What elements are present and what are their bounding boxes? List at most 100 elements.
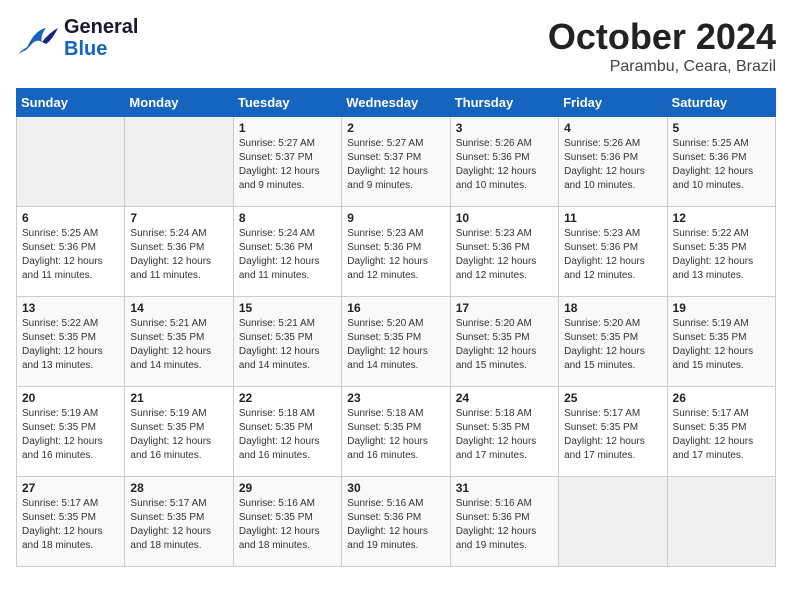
- day-info: Sunrise: 5:21 AM Sunset: 5:35 PM Dayligh…: [130, 317, 227, 373]
- day-number: 30: [347, 481, 444, 495]
- table-row: 20 Sunrise: 5:19 AM Sunset: 5:35 PM Dayli…: [17, 387, 125, 477]
- day-info: Sunrise: 5:23 AM Sunset: 5:36 PM Dayligh…: [564, 227, 661, 283]
- day-info: Sunrise: 5:17 AM Sunset: 5:35 PM Dayligh…: [564, 407, 661, 463]
- logo: General Blue: [16, 16, 138, 60]
- day-number: 1: [239, 121, 336, 135]
- table-row: 18 Sunrise: 5:20 AM Sunset: 5:35 PM Dayli…: [559, 297, 667, 387]
- table-row: 3Sunrise: 5:26 AM Sunset: 5:36 PM Daylig…: [450, 117, 558, 207]
- day-number: 6: [22, 211, 119, 225]
- day-number: 15: [239, 301, 336, 315]
- table-row: 30 Sunrise: 5:16 AM Sunset: 5:36 PM Dayli…: [342, 477, 450, 567]
- page-header: General Blue October 2024 Parambu, Ceara…: [16, 16, 776, 76]
- page-title: October 2024: [548, 16, 776, 58]
- day-number: 5: [673, 121, 770, 135]
- table-row: [559, 477, 667, 567]
- day-number: 8: [239, 211, 336, 225]
- day-number: 4: [564, 121, 661, 135]
- day-number: 11: [564, 211, 661, 225]
- table-row: 23 Sunrise: 5:18 AM Sunset: 5:35 PM Dayli…: [342, 387, 450, 477]
- table-row: 4Sunrise: 5:26 AM Sunset: 5:36 PM Daylig…: [559, 117, 667, 207]
- day-info: Sunrise: 5:19 AM Sunset: 5:35 PM Dayligh…: [22, 407, 119, 463]
- calendar-header-row: Sunday Monday Tuesday Wednesday Thursday…: [17, 89, 776, 117]
- day-info: Sunrise: 5:20 AM Sunset: 5:35 PM Dayligh…: [347, 317, 444, 373]
- header-saturday: Saturday: [667, 89, 775, 117]
- day-number: 28: [130, 481, 227, 495]
- table-row: 15Sunrise: 5:21 AM Sunset: 5:35 PM Dayli…: [233, 297, 341, 387]
- table-row: 28 Sunrise: 5:17 AM Sunset: 5:35 PM Dayli…: [125, 477, 233, 567]
- table-row: 14 Sunrise: 5:21 AM Sunset: 5:35 PM Dayli…: [125, 297, 233, 387]
- day-number: 7: [130, 211, 227, 225]
- day-number: 2: [347, 121, 444, 135]
- calendar-table: Sunday Monday Tuesday Wednesday Thursday…: [16, 88, 776, 567]
- day-info: Sunrise: 5:20 AM Sunset: 5:35 PM Dayligh…: [456, 317, 553, 373]
- day-info: Sunrise: 5:27 AM Sunset: 5:37 PM Dayligh…: [239, 137, 336, 193]
- day-info: Sunrise: 5:23 AM Sunset: 5:36 PM Dayligh…: [347, 227, 444, 283]
- table-row: [17, 117, 125, 207]
- table-row: 12Sunrise: 5:22 AM Sunset: 5:35 PM Dayli…: [667, 207, 775, 297]
- table-row: 17 Sunrise: 5:20 AM Sunset: 5:35 PM Dayli…: [450, 297, 558, 387]
- day-number: 18: [564, 301, 661, 315]
- day-number: 27: [22, 481, 119, 495]
- day-number: 23: [347, 391, 444, 405]
- table-row: 26 Sunrise: 5:17 AM Sunset: 5:35 PM Dayli…: [667, 387, 775, 477]
- table-row: 10 Sunrise: 5:23 AM Sunset: 5:36 PM Dayli…: [450, 207, 558, 297]
- day-number: 10: [456, 211, 553, 225]
- header-friday: Friday: [559, 89, 667, 117]
- day-info: Sunrise: 5:18 AM Sunset: 5:35 PM Dayligh…: [347, 407, 444, 463]
- table-row: 1 Sunrise: 5:27 AM Sunset: 5:37 PM Daylig…: [233, 117, 341, 207]
- day-info: Sunrise: 5:16 AM Sunset: 5:36 PM Dayligh…: [347, 497, 444, 553]
- day-info: Sunrise: 5:26 AM Sunset: 5:36 PM Dayligh…: [456, 137, 553, 193]
- table-row: 9 Sunrise: 5:23 AM Sunset: 5:36 PM Daylig…: [342, 207, 450, 297]
- day-info: Sunrise: 5:24 AM Sunset: 5:36 PM Dayligh…: [130, 227, 227, 283]
- day-number: 26: [673, 391, 770, 405]
- table-row: 29 Sunrise: 5:16 AM Sunset: 5:35 PM Dayli…: [233, 477, 341, 567]
- table-row: 22Sunrise: 5:18 AM Sunset: 5:35 PM Dayli…: [233, 387, 341, 477]
- day-number: 14: [130, 301, 227, 315]
- day-number: 17: [456, 301, 553, 315]
- table-row: 6Sunrise: 5:25 AM Sunset: 5:36 PM Daylig…: [17, 207, 125, 297]
- title-block: October 2024 Parambu, Ceara, Brazil: [548, 16, 776, 76]
- day-number: 24: [456, 391, 553, 405]
- day-number: 13: [22, 301, 119, 315]
- table-row: 13 Sunrise: 5:22 AM Sunset: 5:35 PM Dayli…: [17, 297, 125, 387]
- table-row: 27 Sunrise: 5:17 AM Sunset: 5:35 PM Dayli…: [17, 477, 125, 567]
- header-wednesday: Wednesday: [342, 89, 450, 117]
- day-number: 21: [130, 391, 227, 405]
- day-info: Sunrise: 5:17 AM Sunset: 5:35 PM Dayligh…: [130, 497, 227, 553]
- day-info: Sunrise: 5:16 AM Sunset: 5:35 PM Dayligh…: [239, 497, 336, 553]
- calendar-week-row: 1 Sunrise: 5:27 AM Sunset: 5:37 PM Daylig…: [17, 117, 776, 207]
- table-row: 11 Sunrise: 5:23 AM Sunset: 5:36 PM Dayli…: [559, 207, 667, 297]
- day-info: Sunrise: 5:22 AM Sunset: 5:35 PM Dayligh…: [22, 317, 119, 373]
- day-number: 9: [347, 211, 444, 225]
- table-row: 19 Sunrise: 5:19 AM Sunset: 5:35 PM Dayli…: [667, 297, 775, 387]
- day-info: Sunrise: 5:17 AM Sunset: 5:35 PM Dayligh…: [673, 407, 770, 463]
- day-number: 19: [673, 301, 770, 315]
- day-info: Sunrise: 5:16 AM Sunset: 5:36 PM Dayligh…: [456, 497, 553, 553]
- table-row: 2 Sunrise: 5:27 AM Sunset: 5:37 PM Daylig…: [342, 117, 450, 207]
- table-row: 16Sunrise: 5:20 AM Sunset: 5:35 PM Dayli…: [342, 297, 450, 387]
- day-info: Sunrise: 5:27 AM Sunset: 5:37 PM Dayligh…: [347, 137, 444, 193]
- logo-general: General: [64, 16, 138, 38]
- day-info: Sunrise: 5:25 AM Sunset: 5:36 PM Dayligh…: [673, 137, 770, 193]
- day-number: 20: [22, 391, 119, 405]
- table-row: 7 Sunrise: 5:24 AM Sunset: 5:36 PM Daylig…: [125, 207, 233, 297]
- logo-bird-icon: [16, 20, 60, 56]
- day-info: Sunrise: 5:18 AM Sunset: 5:35 PM Dayligh…: [456, 407, 553, 463]
- table-row: 5 Sunrise: 5:25 AM Sunset: 5:36 PM Daylig…: [667, 117, 775, 207]
- day-info: Sunrise: 5:17 AM Sunset: 5:35 PM Dayligh…: [22, 497, 119, 553]
- table-row: 21Sunrise: 5:19 AM Sunset: 5:35 PM Dayli…: [125, 387, 233, 477]
- header-tuesday: Tuesday: [233, 89, 341, 117]
- header-sunday: Sunday: [17, 89, 125, 117]
- day-info: Sunrise: 5:24 AM Sunset: 5:36 PM Dayligh…: [239, 227, 336, 283]
- header-thursday: Thursday: [450, 89, 558, 117]
- table-row: 8 Sunrise: 5:24 AM Sunset: 5:36 PM Daylig…: [233, 207, 341, 297]
- logo-blue: Blue: [64, 38, 107, 60]
- day-number: 29: [239, 481, 336, 495]
- day-info: Sunrise: 5:23 AM Sunset: 5:36 PM Dayligh…: [456, 227, 553, 283]
- table-row: 24 Sunrise: 5:18 AM Sunset: 5:35 PM Dayli…: [450, 387, 558, 477]
- day-info: Sunrise: 5:20 AM Sunset: 5:35 PM Dayligh…: [564, 317, 661, 373]
- day-number: 12: [673, 211, 770, 225]
- day-info: Sunrise: 5:19 AM Sunset: 5:35 PM Dayligh…: [673, 317, 770, 373]
- calendar-week-row: 20 Sunrise: 5:19 AM Sunset: 5:35 PM Dayli…: [17, 387, 776, 477]
- day-number: 25: [564, 391, 661, 405]
